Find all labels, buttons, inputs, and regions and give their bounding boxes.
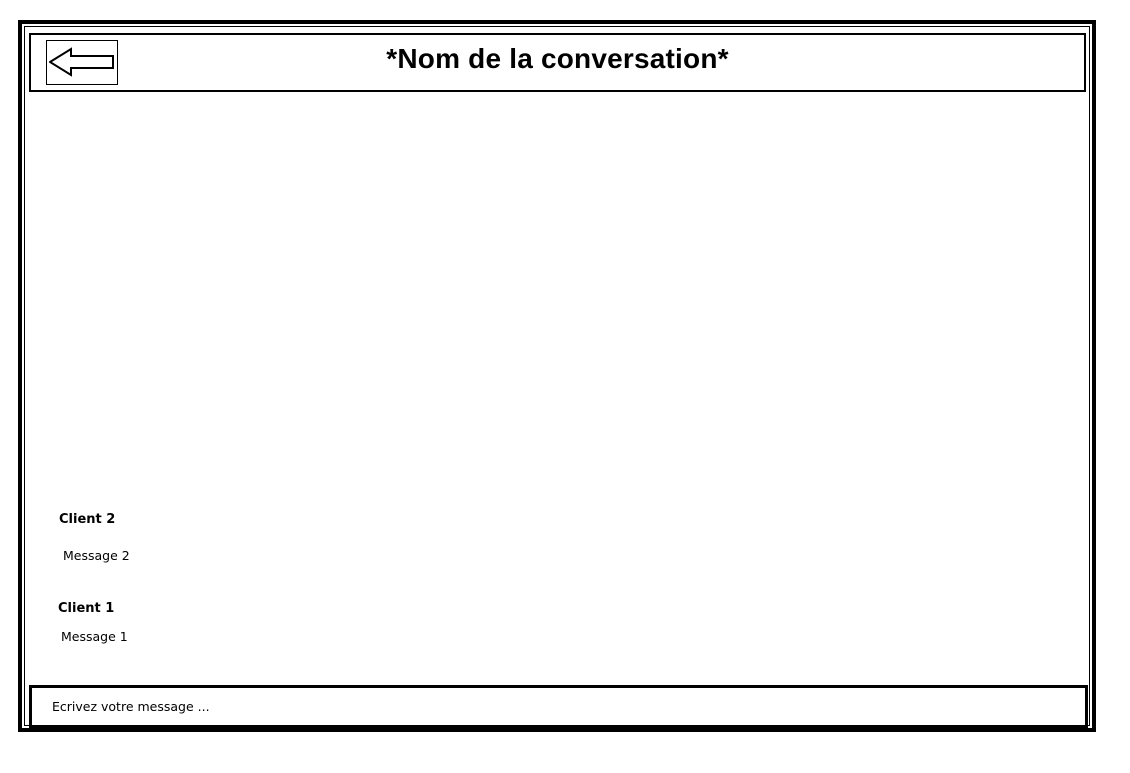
message-text: Message 1 <box>61 629 128 644</box>
message-author: Client 2 <box>59 512 116 527</box>
chat-window: *Nom de la conversation* Client 2 Messag… <box>18 20 1096 732</box>
message-author: Client 1 <box>58 601 115 616</box>
conversation-header: *Nom de la conversation* <box>29 33 1086 92</box>
message-text: Message 2 <box>63 548 130 563</box>
message-list: Client 2 Message 2 Client 1 Message 1 <box>22 94 1092 674</box>
message-input[interactable] <box>52 694 1052 718</box>
conversation-title: *Nom de la conversation* <box>386 43 729 74</box>
message-composer <box>29 685 1088 728</box>
